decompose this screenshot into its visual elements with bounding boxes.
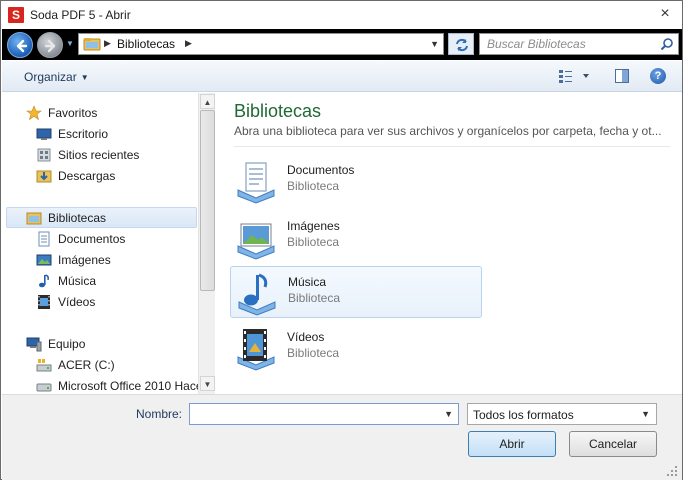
library-type: Biblioteca <box>288 291 341 305</box>
drive-icon <box>36 359 52 372</box>
address-bar[interactable]: ▶ Bibliotecas ▶ ▼ <box>78 33 444 55</box>
nav-item-label: Escritorio <box>58 127 109 141</box>
file-name-field[interactable] <box>190 404 440 424</box>
library-item-pictures[interactable]: Imágenes Biblioteca <box>230 211 482 263</box>
nav-item-label: Imágenes <box>58 253 111 267</box>
file-type-filter[interactable]: Todos los formatos ▼ <box>467 403 657 425</box>
search-input[interactable] <box>480 34 656 54</box>
navigation-pane: Favoritos Escritorio Sitios recientes De… <box>2 93 215 394</box>
command-bar: Organizar ▼ ? <box>2 61 682 92</box>
page-subtitle: Abra una biblioteca para ver sus archivo… <box>234 124 662 138</box>
library-type: Biblioteca <box>287 179 340 193</box>
cancel-button[interactable]: Cancelar <box>569 431 657 457</box>
library-name: Vídeos <box>287 330 325 344</box>
music-library-icon <box>238 273 276 316</box>
help-button[interactable]: ? <box>650 68 666 84</box>
nav-item-label: Equipo <box>48 337 86 351</box>
scroll-down-icon[interactable]: ▼ <box>200 376 215 391</box>
chevron-down-icon: ▼ <box>80 73 89 82</box>
file-name-combobox[interactable]: ▼ <box>189 403 459 425</box>
forward-button[interactable] <box>37 32 63 58</box>
file-type-value: Todos los formatos <box>473 408 574 422</box>
resize-grip-icon[interactable] <box>666 465 678 477</box>
refresh-icon <box>456 38 468 52</box>
title-bar: S Soda PDF 5 - Abrir × <box>1 1 682 29</box>
preview-pane-icon <box>615 69 629 83</box>
library-type: Biblioteca <box>287 235 340 249</box>
nav-item-label: Música <box>58 274 97 288</box>
library-item-videos[interactable]: Vídeos Biblioteca <box>230 322 482 374</box>
nav-item-label: Sitios recientes <box>58 148 140 162</box>
chevron-down-icon[interactable]: ▼ <box>444 409 453 419</box>
arrow-right-icon <box>44 39 56 53</box>
music-icon <box>39 274 49 288</box>
address-toolbar: ▼ ▶ Bibliotecas ▶ ▼ <box>2 29 682 60</box>
breadcrumb-libraries[interactable]: Bibliotecas <box>117 37 175 51</box>
nav-item-label: Documentos <box>58 232 126 246</box>
chevron-right-icon[interactable]: ▶ <box>185 38 192 49</box>
chevron-down-icon[interactable]: ▼ <box>641 409 650 419</box>
window-title: Soda PDF 5 - Abrir <box>30 8 131 22</box>
libraries-folder-icon <box>83 38 101 51</box>
nav-item-label: Bibliotecas <box>48 211 107 225</box>
chevron-down-icon[interactable]: ▼ <box>430 39 439 49</box>
open-dialog: S Soda PDF 5 - Abrir × ▼ ▶ Bibliotecas ▶… <box>0 0 683 480</box>
videos-library-icon <box>237 329 275 371</box>
nav-item-label: Descargas <box>58 169 116 183</box>
library-type: Biblioteca <box>287 346 340 360</box>
organize-menu[interactable]: Organizar ▼ <box>24 70 89 84</box>
libraries-content-pane: Bibliotecas Abra una biblioteca para ver… <box>216 93 682 394</box>
page-title: Bibliotecas <box>234 101 322 121</box>
chevron-right-icon[interactable]: ▶ <box>104 38 111 49</box>
nav-item-label: Favoritos <box>48 106 98 120</box>
library-item-music[interactable]: Música Biblioteca <box>230 266 482 318</box>
library-name: Música <box>288 275 327 289</box>
documents-icon <box>38 231 50 247</box>
libraries-icon <box>26 212 42 225</box>
file-name-panel: Nombre: ▼ Todos los formatos ▼ Abrir Can… <box>2 394 682 480</box>
search-box[interactable] <box>479 33 679 55</box>
divider <box>234 146 670 147</box>
drive-icon <box>36 383 52 392</box>
videos-icon <box>38 295 50 309</box>
recent-places-icon <box>37 148 51 162</box>
navigation-scrollbar[interactable]: ▲ ▼ <box>198 93 215 394</box>
nav-item-label: ACER (C:) <box>58 358 115 372</box>
open-button[interactable]: Abrir <box>468 431 556 457</box>
downloads-icon <box>36 170 52 183</box>
nav-item-label: Microsoft Office 2010 Hace <box>58 379 203 393</box>
scroll-up-icon[interactable]: ▲ <box>200 94 215 109</box>
arrow-left-icon <box>16 39 28 53</box>
organize-label: Organizar <box>24 70 77 84</box>
refresh-button[interactable] <box>448 33 474 55</box>
documents-library-icon <box>237 162 275 204</box>
library-name: Imágenes <box>287 219 340 233</box>
search-icon[interactable] <box>660 37 674 51</box>
library-name: Documentos <box>287 163 355 177</box>
change-view-button[interactable] <box>558 68 592 84</box>
nav-item-label: Vídeos <box>58 295 96 309</box>
scrollbar-thumb[interactable] <box>200 110 215 291</box>
pictures-icon <box>36 254 52 266</box>
file-name-label: Nombre: <box>136 407 183 421</box>
back-button[interactable] <box>7 32 33 58</box>
star-icon <box>26 105 42 121</box>
recent-locations-dropdown[interactable]: ▼ <box>66 40 74 48</box>
view-options-icon <box>559 70 589 83</box>
desktop-icon <box>36 128 52 140</box>
library-item-documents[interactable]: Documentos Biblioteca <box>230 155 482 207</box>
close-button[interactable]: × <box>656 4 674 24</box>
preview-pane-button[interactable] <box>614 68 630 84</box>
computer-icon <box>26 337 42 352</box>
soda-pdf-app-icon: S <box>8 7 24 23</box>
pictures-library-icon <box>237 223 275 260</box>
